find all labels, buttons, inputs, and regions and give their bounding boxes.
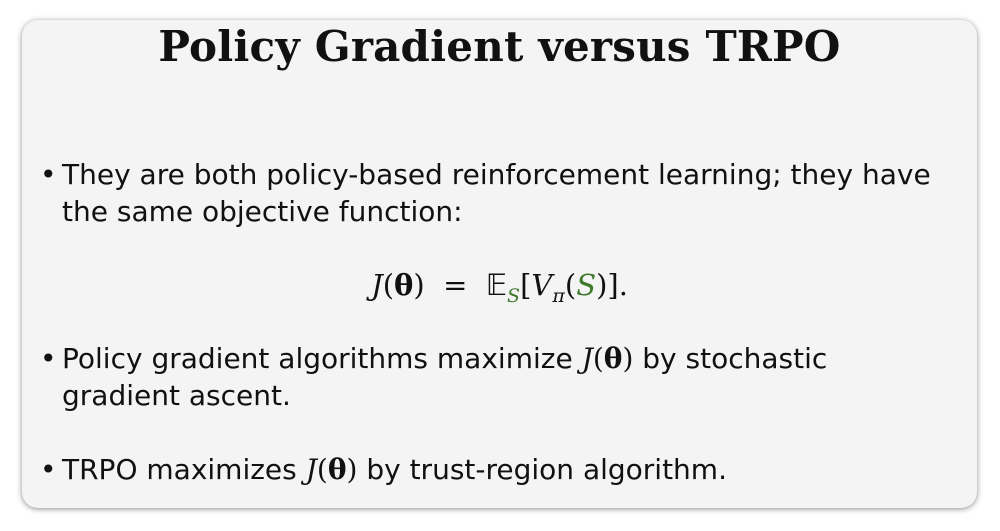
formula-expect-sub: S: [507, 285, 521, 307]
bullet-3-j: J: [305, 453, 317, 486]
bullet-dot: •: [40, 342, 57, 375]
formula-equals: =: [443, 268, 468, 302]
bullet-2-theta: θ: [603, 342, 623, 375]
bullet-3-after: by trust-region algorithm.: [357, 453, 727, 486]
bullet-dot: •: [40, 158, 57, 191]
bullet-2-before: Policy gradient algorithms maximize: [62, 342, 582, 375]
bullet-3-theta: θ: [327, 453, 347, 486]
bullet-2-j: J: [581, 342, 593, 375]
bullet-3-before: TRPO maximizes: [62, 453, 306, 486]
formula-theta: θ: [394, 268, 414, 302]
slide: Policy Gradient versus TRPO • They are b…: [22, 20, 977, 508]
objective-formula: J(θ) = 𝔼S[Vπ(S)].: [371, 268, 628, 307]
formula-state: S: [576, 268, 597, 302]
formula-v: V: [531, 268, 553, 302]
bullet-1-line-2: the same objective function:: [62, 195, 463, 228]
bullet-2-after: by stochastic: [633, 342, 828, 375]
formula-v-sub: π: [552, 285, 565, 307]
bullet-dot: •: [40, 453, 57, 486]
formula-j: J: [371, 268, 383, 302]
bullet-2-line-1: Policy gradient algorithms maximize J(θ)…: [62, 342, 828, 375]
formula-expectation: 𝔼: [485, 268, 508, 302]
formula-period: .: [618, 268, 628, 302]
bullet-1-line-1: They are both policy-based reinforcement…: [62, 158, 931, 191]
bullet-3-line: TRPO maximizes J(θ) by trust-region algo…: [62, 453, 727, 486]
bullet-2-line-2: gradient ascent.: [62, 379, 291, 412]
slide-title: Policy Gradient versus TRPO: [158, 22, 841, 71]
